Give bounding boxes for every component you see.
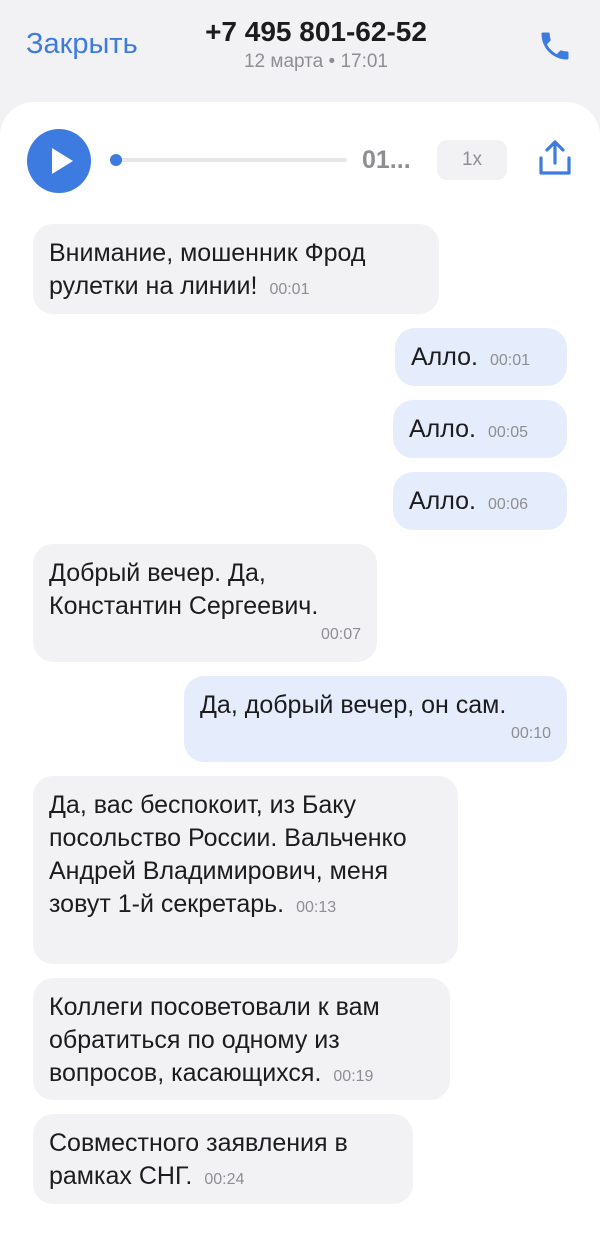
message-bubble: Алло. 00:06: [393, 472, 567, 530]
message-text: Алло.: [409, 487, 476, 515]
header: Закрыть +7 495 801-62-52 12 марта • 17:0…: [0, 0, 600, 90]
message-time: 00:06: [487, 496, 529, 513]
message-time: 00:01: [269, 281, 310, 298]
call-info: +7 495 801-62-52 12 марта • 17:01: [150, 14, 482, 74]
message-text: Да, добрый вечер, он сам.: [200, 691, 507, 719]
message-text: Алло.: [409, 415, 476, 443]
close-button[interactable]: Закрыть: [26, 28, 138, 61]
message-time: 00:10: [510, 725, 551, 742]
message-text: Внимание, мошенник Фрод рулетки на линии…: [49, 239, 366, 300]
phone-icon[interactable]: [536, 28, 574, 64]
message-bubble: Добрый вечер. Да, Константин Сергеевич. 0…: [33, 544, 377, 662]
message-bubble: Да, добрый вечер, он сам. 00:10: [184, 676, 567, 762]
message-bubble: Коллеги посоветовали к вам обратиться по…: [33, 978, 450, 1100]
message-bubble: Да, вас беспокоит, из Баку посольство Ро…: [33, 776, 458, 964]
message-time: 00:01: [489, 352, 531, 369]
message-time: 00:05: [487, 424, 529, 441]
message-text: Коллеги посоветовали к вам обратиться по…: [49, 993, 380, 1087]
playback-track[interactable]: [115, 158, 347, 162]
share-icon[interactable]: [536, 138, 574, 178]
transcript-sheet: 01... 1x Внимание, мошенник Фрод рулетки…: [0, 102, 600, 1242]
message-bubble: Алло. 00:05: [393, 400, 567, 458]
playback-knob[interactable]: [110, 154, 122, 166]
play-icon: [52, 148, 73, 174]
message-text: Совместного заявления в рамках СНГ.: [49, 1129, 348, 1190]
call-date-subtitle: 12 марта • 17:01: [243, 51, 388, 72]
playback-time: 01...: [362, 146, 411, 174]
audio-player: 01... 1x: [0, 102, 600, 218]
message-time: 00:19: [333, 1068, 374, 1085]
message-text: Да, вас беспокоит, из Баку посольство Ро…: [49, 791, 407, 918]
message-bubble: Совместного заявления в рамках СНГ. 00:24: [33, 1114, 413, 1204]
message-bubble: Алло. 00:01: [395, 328, 567, 386]
message-time: 00:07: [320, 626, 361, 643]
message-time: 00:13: [296, 899, 337, 916]
play-button[interactable]: [27, 129, 91, 193]
message-time: 00:24: [204, 1171, 245, 1188]
speed-button[interactable]: 1x: [437, 140, 507, 180]
phone-number-title: +7 495 801-62-52: [205, 16, 427, 47]
message-text: Алло.: [411, 343, 478, 371]
message-bubble: Внимание, мошенник Фрод рулетки на линии…: [33, 224, 439, 314]
message-text: Добрый вечер. Да, Константин Сергеевич.: [49, 559, 319, 620]
